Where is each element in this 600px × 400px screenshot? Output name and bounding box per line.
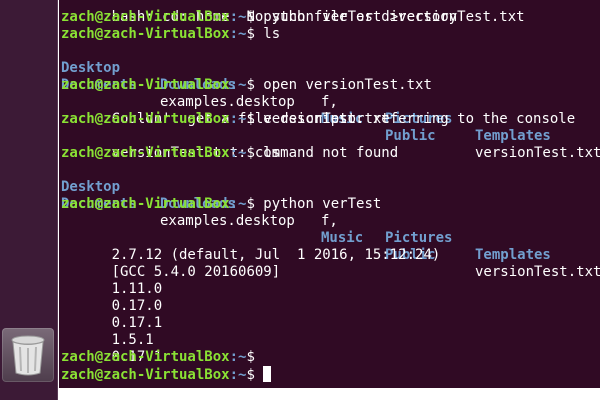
- prompt-symbol: $: [246, 9, 264, 25]
- terminal-line: zach@zach-VirtualBox:~$ open versionTest…: [61, 77, 432, 94]
- trash-launcher-button[interactable]: [2, 328, 54, 382]
- command-text: ls: [263, 26, 281, 42]
- terminal-line: 1.5.1: [61, 315, 154, 348]
- terminal-line: zach@zach-VirtualBox:~$ ls: [61, 26, 280, 43]
- terminal-line: 0.17.0: [61, 281, 163, 314]
- prompt-user: zach@zach-VirtualBox: [61, 145, 230, 161]
- terminal-line: 0.17.1: [61, 332, 163, 365]
- ls-output-row: Documents examples.desktop Music Public …: [61, 179, 600, 280]
- prompt-path: :~: [229, 9, 247, 25]
- prompt-path: :~: [229, 367, 247, 383]
- prompt-user: zach@zach-VirtualBox: [61, 367, 230, 383]
- terminal-line: zach@zach-VirtualBox:~$: [61, 349, 263, 366]
- desktop-screen: bash: cd: home: No such file or director…: [0, 0, 600, 400]
- prompt-symbol: $: [246, 26, 264, 42]
- prompt-symbol: $: [246, 196, 264, 212]
- ls-entry-f: f,: [321, 213, 338, 229]
- trash-icon: [11, 335, 45, 376]
- ls-entry-templates: Templates: [475, 247, 551, 263]
- unity-launcher: [0, 0, 57, 400]
- terminal-line: 0.17.1: [61, 298, 163, 331]
- prompt-user: zach@zach-VirtualBox: [61, 349, 230, 365]
- terminal-window[interactable]: bash: cd: home: No such file or director…: [59, 0, 600, 388]
- prompt-symbol: $: [246, 145, 264, 161]
- prompt-user: zach@zach-VirtualBox: [61, 77, 230, 93]
- ls-entry-versiontest: versionTest.txt: [475, 264, 600, 280]
- ls-entry-examples: examples.desktop: [160, 213, 295, 229]
- prompt-path: :~: [229, 196, 247, 212]
- prompt-user: zach@zach-VirtualBox: [61, 111, 230, 127]
- prompt-user: zach@zach-VirtualBox: [61, 9, 230, 25]
- terminal-line: 2.7.12 (default, Jul 1 2016, 15:12:24): [61, 230, 441, 263]
- ls-entry-versiontest: versionTest.txt: [475, 145, 600, 161]
- command-text: versionTest.txt: [263, 111, 390, 127]
- terminal-line: versionTest.txt: command not found: [61, 128, 399, 161]
- terminal-line: [GCC 5.4.0 20160609]: [61, 247, 281, 280]
- terminal-line: zach@zach-VirtualBox:~$ ls: [61, 145, 280, 162]
- prompt-path: :~: [229, 349, 247, 365]
- prompt-path: :~: [229, 77, 247, 93]
- ls-entry-templates: Templates: [475, 128, 551, 144]
- ls-output-row: Desktop Downloads f, Pictures Templates: [61, 162, 551, 263]
- ls-output-row: Desktop Downloads f, Pictures Templates: [61, 43, 551, 144]
- prompt-user: zach@zach-VirtualBox: [61, 26, 230, 42]
- terminal-line: zach@zach-VirtualBox:~$ python verTest: [61, 196, 381, 213]
- prompt-symbol: $: [246, 349, 264, 365]
- ls-output-row: Documents examples.desktop Music Public …: [61, 60, 600, 161]
- prompt-symbol: $: [246, 77, 264, 93]
- terminal-line: 1.11.0: [61, 264, 163, 297]
- terminal-line: zach@zach-VirtualBox:~$ versionTest.txt: [61, 111, 390, 128]
- prompt-symbol: $: [246, 111, 264, 127]
- prompt-path: :~: [229, 145, 247, 161]
- terminal-line: bash: cd: home: No such file or director…: [61, 0, 458, 25]
- prompt-user: zach@zach-VirtualBox: [61, 196, 230, 212]
- prompt-symbol: $: [246, 367, 264, 383]
- terminal-input-line[interactable]: zach@zach-VirtualBox:~$: [61, 366, 272, 383]
- prompt-path: :~: [229, 26, 247, 42]
- bottom-strip: [59, 388, 600, 400]
- terminal-line: Couldn't get a file descriptor referring…: [61, 94, 576, 127]
- prompt-path: :~: [229, 111, 247, 127]
- command-text: open versionTest.txt: [263, 77, 432, 93]
- command-text: ls: [263, 145, 281, 161]
- text-cursor[interactable]: [263, 366, 272, 382]
- terminal-line: zach@zach-VirtualBox:~$ python verTest >…: [61, 9, 525, 26]
- command-text: python verTest: [263, 196, 382, 212]
- command-text: python verTest >versionTest.txt: [263, 9, 525, 25]
- launcher-edge: [57, 0, 58, 400]
